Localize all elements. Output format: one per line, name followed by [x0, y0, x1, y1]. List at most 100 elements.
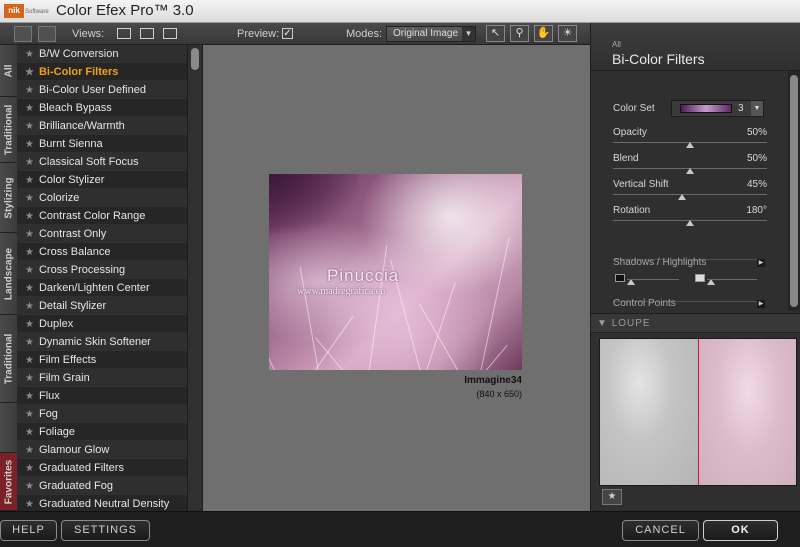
filter-item[interactable]: ★ Brilliance/Warmth	[17, 117, 187, 135]
loupe-header[interactable]: ▼ LOUPE	[591, 313, 800, 333]
filter-item[interactable]: ★ Classical Soft Focus	[17, 153, 187, 171]
slider-track[interactable]	[613, 194, 767, 195]
star-icon[interactable]: ★	[25, 85, 34, 96]
filter-item[interactable]: ★ Bleach Bypass	[17, 99, 187, 117]
star-icon[interactable]: ★	[25, 373, 34, 384]
star-icon[interactable]: ★	[25, 445, 34, 456]
star-icon[interactable]: ★	[25, 121, 34, 132]
filter-item[interactable]: ★ Cross Balance	[17, 243, 187, 261]
star-icon[interactable]: ★	[25, 283, 34, 294]
tab-traditional-2[interactable]: Traditional	[0, 315, 17, 403]
star-icon[interactable]: ★	[25, 409, 34, 420]
filter-item[interactable]: ★ B/W Conversion	[17, 45, 187, 63]
category-tabs: All Traditional Stylizing Landscape Trad…	[0, 45, 17, 511]
pin-icon[interactable]: ★	[602, 489, 622, 505]
slider-thumb[interactable]	[678, 194, 687, 200]
star-icon[interactable]: ★	[25, 175, 34, 186]
star-icon[interactable]: ★	[25, 499, 34, 510]
preview-area[interactable]: Pinuccia www.madregrafica.eu Immagine34 …	[202, 45, 590, 511]
tab-traditional[interactable]: Traditional	[0, 97, 17, 163]
preview-image[interactable]: Pinuccia www.madregrafica.eu	[269, 174, 522, 370]
list-view-button[interactable]	[38, 26, 56, 42]
filter-item[interactable]: ★ Burnt Sienna	[17, 135, 187, 153]
preview-checkbox[interactable]: ✓	[282, 28, 293, 39]
filter-item[interactable]: ★ Bi-Color User Defined	[17, 81, 187, 99]
star-icon[interactable]: ★	[25, 427, 34, 438]
filter-item[interactable]: ★ Flux	[17, 387, 187, 405]
grid-view-button[interactable]	[14, 26, 32, 42]
filter-item[interactable]: ★ Graduated Neutral Density	[17, 495, 187, 511]
filter-item[interactable]: ★ Film Effects	[17, 351, 187, 369]
filter-item[interactable]: ★ Dynamic Skin Softener	[17, 333, 187, 351]
star-icon[interactable]: ★	[25, 157, 34, 168]
star-icon[interactable]: ★	[25, 247, 34, 258]
help-button[interactable]: HELP	[0, 520, 57, 541]
modes-select[interactable]: Original Image ▼	[386, 26, 476, 42]
star-icon[interactable]: ★	[25, 319, 34, 330]
slider-thumb[interactable]	[686, 168, 694, 174]
filter-item[interactable]: ★ Graduated Filters	[17, 459, 187, 477]
filter-item[interactable]: ★ Glamour Glow	[17, 441, 187, 459]
highlights-swatch[interactable]	[695, 274, 705, 282]
settings-button[interactable]: SETTINGS	[61, 520, 150, 541]
filter-item[interactable]: ★ Fog	[17, 405, 187, 423]
star-icon[interactable]: ★	[25, 67, 34, 78]
zoom-icon[interactable]: ⚲	[510, 25, 529, 42]
filter-item[interactable]: ★ Cross Processing	[17, 261, 187, 279]
color-set-select[interactable]: 3 ▼	[671, 100, 764, 117]
star-icon[interactable]: ★	[25, 463, 34, 474]
filter-item[interactable]: ★ Contrast Color Range	[17, 207, 187, 225]
hand-icon[interactable]: ✋	[534, 25, 553, 42]
star-icon[interactable]: ★	[25, 49, 34, 60]
filter-item-label: Foliage	[38, 426, 76, 438]
slider-value: 45%	[746, 179, 767, 190]
expand-arrow-icon[interactable]: ▶	[757, 259, 765, 267]
slider-thumb[interactable]	[686, 220, 694, 226]
side-by-side-view-button[interactable]	[163, 28, 177, 39]
highlights-slider[interactable]	[707, 279, 757, 280]
star-icon[interactable]: ★	[25, 301, 34, 312]
filter-item[interactable]: ★ Foliage	[17, 423, 187, 441]
filter-item[interactable]: ★ Contrast Only	[17, 225, 187, 243]
filter-item[interactable]: ★ Bi-Color Filters	[17, 63, 187, 81]
tab-stylizing[interactable]: Stylizing	[0, 163, 17, 233]
cancel-button[interactable]: CANCEL	[622, 520, 699, 541]
star-icon[interactable]: ★	[25, 103, 34, 114]
scrollbar-thumb[interactable]	[191, 48, 199, 70]
filter-item[interactable]: ★ Colorize	[17, 189, 187, 207]
filter-item[interactable]: ★ Detail Stylizer	[17, 297, 187, 315]
light-icon[interactable]: ☀	[558, 25, 577, 42]
shadows-swatch[interactable]	[615, 274, 625, 282]
shadows-slider[interactable]	[627, 279, 679, 280]
filter-item-label: Duplex	[38, 318, 74, 330]
filter-item[interactable]: ★ Duplex	[17, 315, 187, 333]
star-icon[interactable]: ★	[25, 139, 34, 150]
star-icon[interactable]: ★	[25, 193, 34, 204]
single-view-button[interactable]	[117, 28, 131, 39]
star-icon[interactable]: ★	[25, 355, 34, 366]
tab-all[interactable]: All	[0, 45, 17, 97]
filter-item[interactable]: ★ Film Grain	[17, 369, 187, 387]
filter-list-scrollbar[interactable]	[187, 45, 202, 511]
loupe-view[interactable]	[599, 338, 797, 486]
filter-item[interactable]: ★ Color Stylizer	[17, 171, 187, 189]
star-icon[interactable]: ★	[25, 337, 34, 348]
filter-item[interactable]: ★ Darken/Lighten Center	[17, 279, 187, 297]
expand-arrow-icon[interactable]: ▶	[757, 300, 765, 308]
star-icon[interactable]: ★	[25, 265, 34, 276]
ok-button[interactable]: OK	[703, 520, 778, 541]
slider-thumb[interactable]	[686, 142, 694, 148]
tab-favorites[interactable]: Favorites	[0, 453, 17, 511]
star-icon[interactable]: ★	[25, 481, 34, 492]
scrollbar-thumb[interactable]	[790, 75, 798, 307]
tab-landscape[interactable]: Landscape	[0, 233, 17, 315]
toolbar: Views: Preview: ✓ Modes: Original Image …	[0, 23, 590, 45]
star-icon[interactable]: ★	[25, 229, 34, 240]
star-icon[interactable]: ★	[25, 211, 34, 222]
star-icon[interactable]: ★	[25, 391, 34, 402]
filter-item-label: Film Grain	[38, 372, 90, 384]
filter-item[interactable]: ★ Graduated Fog	[17, 477, 187, 495]
split-view-button[interactable]	[140, 28, 154, 39]
panel-scrollbar[interactable]	[788, 71, 800, 311]
pointer-icon[interactable]: ↖	[486, 25, 505, 42]
